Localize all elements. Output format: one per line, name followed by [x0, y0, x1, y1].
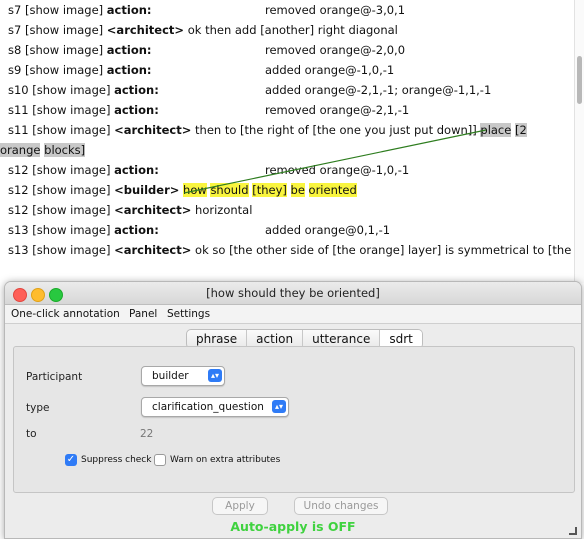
markable-how[interactable]: how	[183, 183, 207, 197]
show-image-link[interactable]: [show image]	[32, 203, 110, 217]
sentence-id: s12	[8, 163, 29, 177]
speaker-label: action:	[114, 223, 159, 237]
transcript-line: s10 [show image] action: added orange@-2…	[8, 80, 491, 100]
speaker-label: action:	[106, 63, 152, 77]
annotation-transcript: s7 [show image] action: removed orange@-…	[0, 0, 573, 283]
markable-oriented[interactable]: oriented	[308, 183, 357, 197]
scrollbar-thumb[interactable]	[577, 56, 582, 104]
markable-they[interactable]: [they]	[252, 183, 287, 197]
select-arrows-icon: ▴▾	[272, 400, 286, 413]
markable-should[interactable]: should	[210, 183, 249, 197]
transcript-line: s12 [show image] <builder> how should [t…	[8, 180, 357, 200]
type-label: type	[26, 402, 50, 414]
utterance-text[interactable]: ok so [the other side of [the orange] la…	[195, 243, 571, 257]
show-image-link[interactable]: [show image]	[32, 103, 110, 117]
markable-bracket[interactable]: [2	[515, 123, 527, 137]
sentence-id: s11	[8, 123, 29, 137]
sentence-id: s13	[8, 243, 29, 257]
transcript-line: s13 [show image] action: added orange@0,…	[8, 220, 390, 240]
type-value: clarification_question	[152, 401, 264, 413]
speaker-label: action:	[114, 103, 159, 117]
show-image-link[interactable]: [show image]	[25, 23, 103, 37]
action-text: removed orange@-1,0,-1	[265, 163, 410, 177]
markable-be[interactable]: be	[290, 183, 305, 197]
show-image-link[interactable]: [show image]	[32, 83, 110, 97]
participant-select[interactable]: builder ▴▾	[141, 366, 225, 386]
action-text: removed orange@-2,0,0	[265, 43, 406, 57]
undo-changes-button[interactable]: Undo changes	[294, 497, 388, 515]
markable-orange[interactable]: orange	[0, 143, 41, 157]
markable-blocks[interactable]: blocks]	[44, 143, 86, 157]
suppress-check-checkbox[interactable]: ✓	[65, 454, 77, 466]
speaker-label: <architect>	[106, 23, 185, 37]
show-image-link[interactable]: [show image]	[25, 43, 103, 57]
speaker-label: action:	[106, 43, 152, 57]
transcript-line: s9 [show image] action: added orange@-1,…	[8, 60, 394, 80]
markable-place[interactable]: place	[480, 123, 512, 137]
speaker-label: <builder>	[114, 183, 180, 197]
transcript-line: s12 [show image] action: removed orange@…	[8, 160, 409, 180]
menu-one-click-annotation[interactable]: One-click annotation	[11, 308, 120, 320]
utterance-text[interactable]: horizontal	[195, 203, 252, 217]
apply-button[interactable]: Apply	[212, 497, 268, 515]
select-arrows-icon: ▴▾	[208, 369, 222, 382]
transcript-line: s8 [show image] action: removed orange@-…	[8, 40, 405, 60]
show-image-link[interactable]: [show image]	[32, 183, 110, 197]
sentence-id: s7	[8, 3, 22, 17]
dialog-title: [how should they be oriented]	[206, 286, 380, 300]
sentence-id: s12	[8, 203, 29, 217]
sdrt-panel: Participant builder ▴▾ type clarificatio…	[13, 346, 575, 493]
sentence-id: s8	[8, 43, 22, 57]
warn-extra-attributes-checkbox[interactable]	[154, 454, 166, 466]
show-image-link[interactable]: [show image]	[25, 3, 103, 17]
warn-extra-attributes-label: Warn on extra attributes	[170, 455, 281, 465]
utterance-text[interactable]: then to [the right of [the one you just …	[195, 123, 477, 137]
menu-panel[interactable]: Panel	[129, 308, 157, 320]
speaker-label: action:	[106, 3, 152, 17]
action-text: added orange@-1,0,-1	[265, 63, 395, 77]
utterance-text[interactable]: ok then add [another] right diagonal	[188, 23, 398, 37]
suppress-check-label: Suppress check	[81, 455, 152, 465]
show-image-link[interactable]: [show image]	[32, 123, 110, 137]
transcript-line: s11 [show image] <architect> then to [th…	[8, 120, 527, 140]
to-value: 22	[140, 428, 154, 440]
show-image-link[interactable]: [show image]	[25, 63, 103, 77]
action-text: added orange@-2,1,-1; orange@-1,1,-1	[265, 83, 492, 97]
sentence-id: s7	[8, 23, 22, 37]
transcript-line: s7 [show image] action: removed orange@-…	[8, 0, 405, 20]
menu-bar: One-click annotation Panel Settings	[5, 305, 581, 324]
speaker-label: <architect>	[114, 123, 192, 137]
annotation-dialog: [how should they be oriented] One-click …	[4, 281, 582, 539]
transcript-line: s12 [show image] <architect> horizontal	[8, 200, 252, 220]
action-text: added orange@0,1,-1	[265, 223, 391, 237]
sentence-id: s13	[8, 223, 29, 237]
participant-label: Participant	[26, 371, 83, 383]
speaker-label: <architect>	[114, 203, 192, 217]
menu-settings[interactable]: Settings	[167, 308, 210, 320]
transcript-line: s11 [show image] action: removed orange@…	[8, 100, 409, 120]
transcript-scrollbar[interactable]	[574, 0, 584, 283]
transcript-line: s7 [show image] <architect> ok then add …	[8, 20, 398, 40]
show-image-link[interactable]: [show image]	[32, 163, 110, 177]
action-text: removed orange@-2,1,-1	[265, 103, 410, 117]
transcript-line-continued: orange blocks]	[0, 140, 86, 160]
auto-apply-status: Auto-apply is OFF	[230, 519, 356, 534]
show-image-link[interactable]: [show image]	[32, 243, 110, 257]
transcript-line: s13 [show image] <architect> ok so [the …	[8, 240, 571, 260]
show-image-link[interactable]: [show image]	[32, 223, 110, 237]
participant-value: builder	[152, 370, 189, 382]
to-label: to	[26, 428, 37, 440]
type-select[interactable]: clarification_question ▴▾	[141, 397, 289, 417]
speaker-label: action:	[114, 163, 159, 177]
sentence-id: s10	[8, 83, 29, 97]
sentence-id: s9	[8, 63, 22, 77]
dialog-titlebar[interactable]: [how should they be oriented]	[5, 282, 581, 305]
sentence-id: s11	[8, 103, 29, 117]
speaker-label: <architect>	[114, 243, 192, 257]
speaker-label: action:	[114, 83, 159, 97]
resize-grip-icon[interactable]	[569, 527, 577, 535]
action-text: removed orange@-3,0,1	[265, 3, 406, 17]
sentence-id: s12	[8, 183, 29, 197]
